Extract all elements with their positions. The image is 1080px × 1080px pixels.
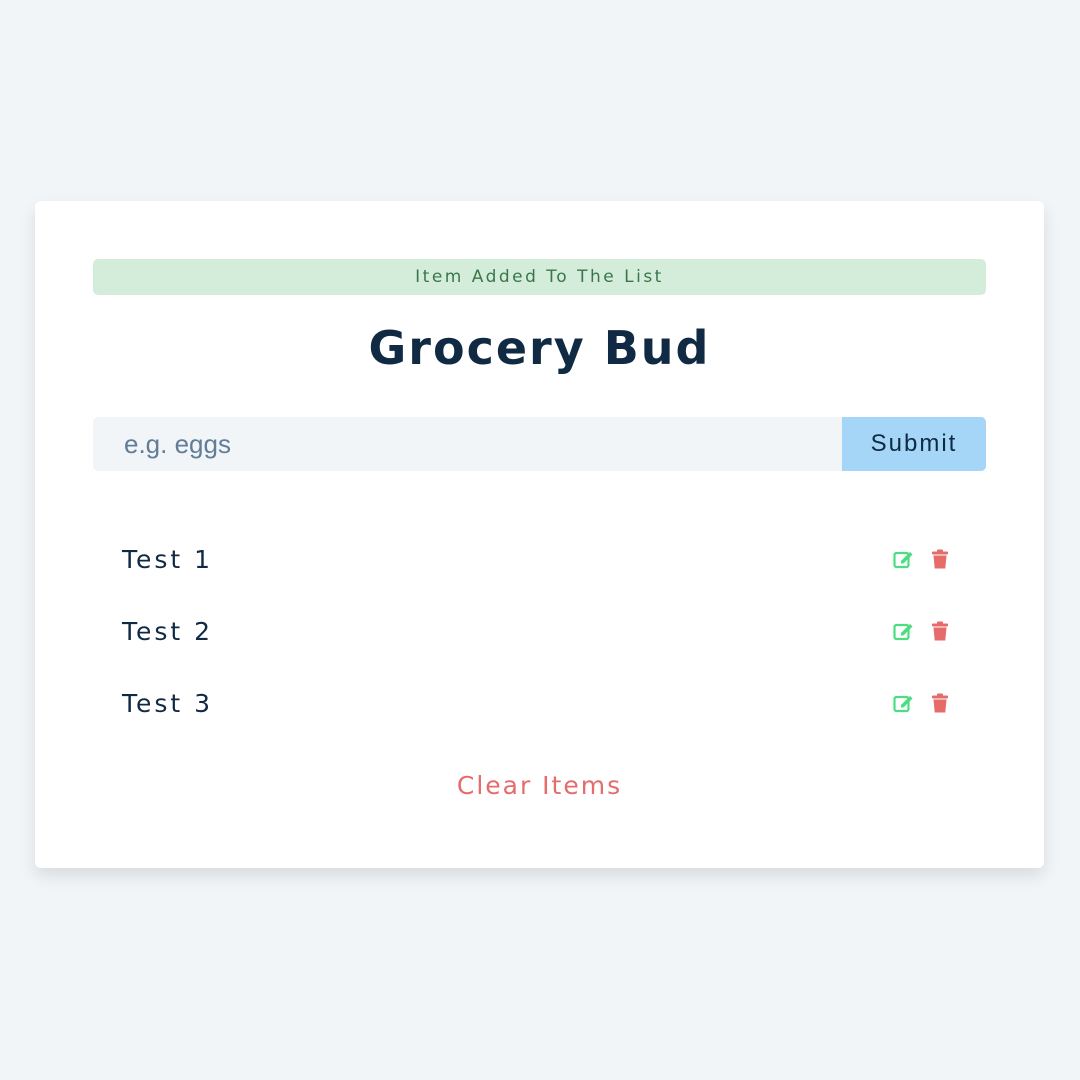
trash-icon <box>932 693 948 713</box>
item-actions <box>891 618 953 644</box>
list-item: Test 3 <box>93 667 986 739</box>
edit-button[interactable] <box>891 690 917 716</box>
edit-icon <box>893 695 913 713</box>
item-title: Test 1 <box>122 544 214 574</box>
delete-button[interactable] <box>927 618 953 644</box>
trash-icon <box>932 621 948 641</box>
submit-button[interactable]: Submit <box>842 417 986 471</box>
page-title: Grocery Bud <box>368 321 711 375</box>
edit-button[interactable] <box>891 546 917 572</box>
delete-button[interactable] <box>927 690 953 716</box>
edit-icon <box>893 551 913 569</box>
item-actions <box>891 690 953 716</box>
alert-success: Item Added To The List <box>93 259 986 295</box>
grocery-input[interactable] <box>93 417 842 471</box>
grocery-list: Test 1 Test 2 Test 3 <box>93 523 986 739</box>
grocery-form: Submit <box>93 417 986 471</box>
list-item: Test 2 <box>93 595 986 667</box>
item-actions <box>891 546 953 572</box>
list-item: Test 1 <box>93 523 986 595</box>
delete-button[interactable] <box>927 546 953 572</box>
grocery-card: Item Added To The List Grocery Bud Submi… <box>35 201 1044 868</box>
item-title: Test 3 <box>122 688 214 718</box>
clear-items-button[interactable]: Clear Items <box>35 771 1044 800</box>
edit-button[interactable] <box>891 618 917 644</box>
edit-icon <box>893 623 913 641</box>
trash-icon <box>932 549 948 569</box>
item-title: Test 2 <box>122 616 214 646</box>
